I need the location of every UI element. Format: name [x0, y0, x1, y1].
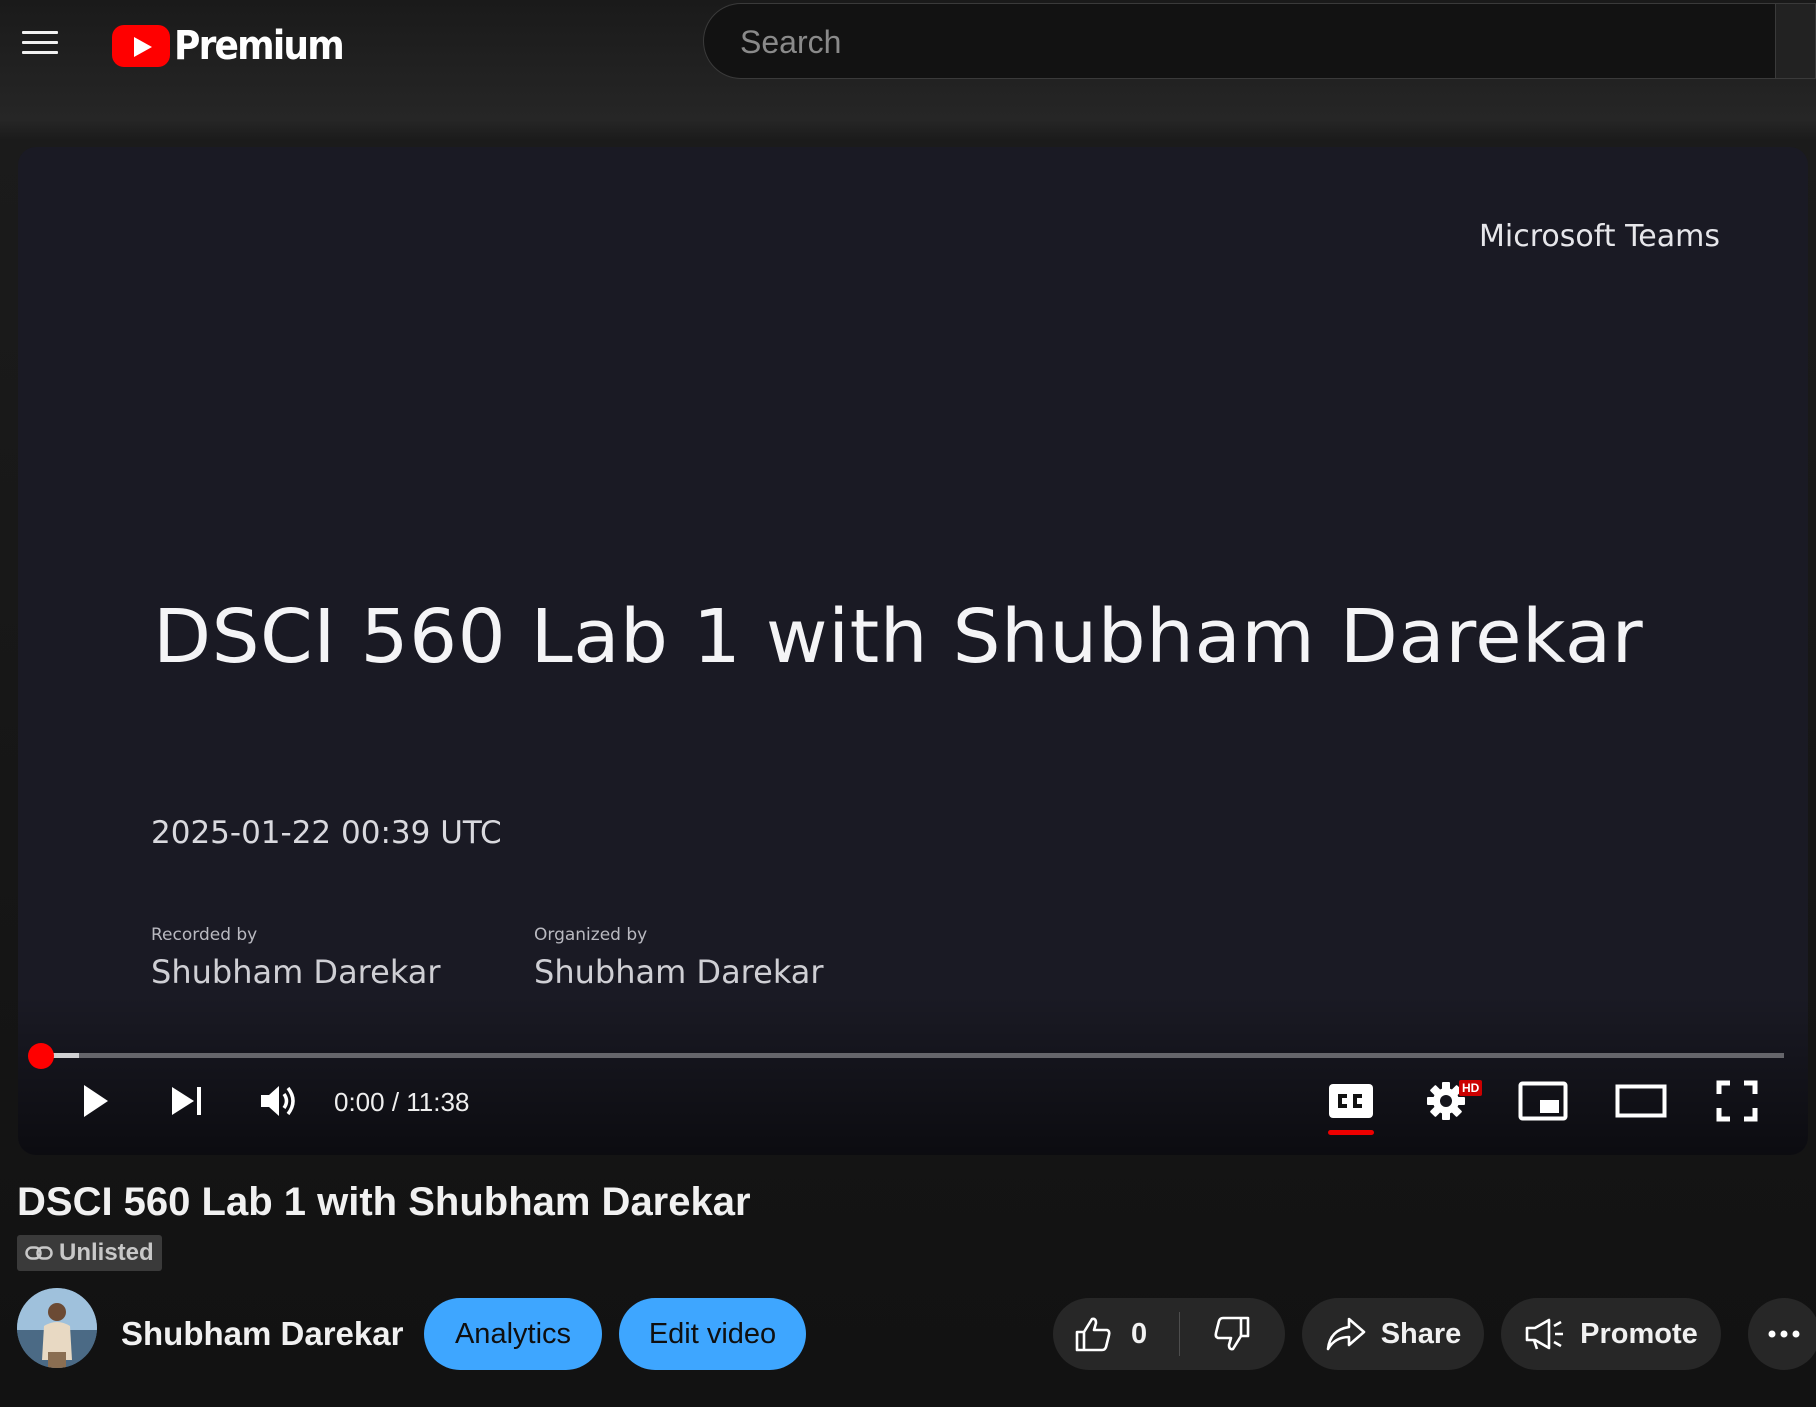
- like-divider: [1179, 1312, 1180, 1356]
- closed-captions-icon: [1329, 1084, 1373, 1118]
- visibility-label: Unlisted: [59, 1239, 154, 1266]
- video-player[interactable]: Microsoft Teams DSCI 560 Lab 1 with Shub…: [18, 147, 1808, 1155]
- search-box[interactable]: [703, 3, 1775, 80]
- theater-mode-button[interactable]: [1611, 1077, 1671, 1125]
- menu-icon[interactable]: [22, 28, 60, 58]
- promote-label: Promote: [1580, 1317, 1698, 1350]
- time-display: 0:00 / 11:38: [334, 1087, 470, 1117]
- youtube-premium-logo[interactable]: Premium: [112, 22, 362, 70]
- channel-name[interactable]: Shubham Darekar: [121, 1315, 403, 1353]
- next-button[interactable]: [159, 1077, 215, 1125]
- play-icon: [84, 1085, 108, 1117]
- fullscreen-icon: [1716, 1080, 1758, 1122]
- recorded-by-name: Shubham Darekar: [151, 953, 441, 991]
- hd-badge: HD: [1459, 1080, 1483, 1096]
- logo-text: Premium: [174, 23, 345, 69]
- progress-bar[interactable]: [28, 1043, 1784, 1069]
- miniplayer-button[interactable]: [1515, 1077, 1571, 1125]
- controls-gradient: [18, 995, 1808, 1155]
- analytics-button[interactable]: Analytics: [424, 1298, 602, 1370]
- volume-icon: [261, 1086, 295, 1116]
- video-title: DSCI 560 Lab 1 with Shubham Darekar: [17, 1180, 751, 1224]
- promote-button[interactable]: Promote: [1501, 1298, 1721, 1370]
- skip-next-icon: [172, 1087, 201, 1115]
- organized-by-name: Shubham Darekar: [534, 953, 824, 991]
- volume-button[interactable]: [252, 1077, 308, 1125]
- recorded-by-label: Recorded by: [151, 925, 258, 945]
- megaphone-icon: [1525, 1318, 1564, 1350]
- organized-by-label: Organized by: [534, 925, 648, 945]
- masthead: Premium: [0, 0, 1816, 90]
- edit-video-button[interactable]: Edit video: [619, 1298, 806, 1370]
- visibility-badge: Unlisted: [17, 1235, 162, 1271]
- search-button[interactable]: [1775, 3, 1816, 79]
- share-label: Share: [1380, 1317, 1462, 1350]
- channel-avatar[interactable]: [17, 1288, 97, 1368]
- slide-brand: Microsoft Teams: [1479, 219, 1720, 254]
- theater-mode-icon: [1615, 1084, 1667, 1118]
- youtube-watch-page: Premium Microsoft Teams DSCI 560 Lab 1 w…: [0, 0, 1816, 1407]
- share-arrow-icon: [1326, 1317, 1365, 1351]
- avatar-photo: [17, 1288, 97, 1368]
- like-dislike-group: 0: [1053, 1298, 1285, 1370]
- miniplayer-icon: [1518, 1081, 1568, 1121]
- captions-button[interactable]: [1323, 1077, 1379, 1125]
- slide-title: DSCI 560 Lab 1 with Shubham Darekar: [153, 594, 1644, 680]
- dislike-button[interactable]: [1203, 1310, 1261, 1358]
- share-button[interactable]: Share: [1302, 1298, 1484, 1370]
- slide-date: 2025-01-22 00:39 UTC: [151, 815, 502, 851]
- more-horizontal-icon: [1768, 1330, 1800, 1338]
- thumbs-down-icon: [1214, 1316, 1250, 1351]
- like-button[interactable]: 0: [1073, 1310, 1147, 1358]
- thumbs-up-icon: [1075, 1317, 1111, 1352]
- captions-active-indicator: [1328, 1130, 1374, 1135]
- like-count: 0: [1131, 1317, 1148, 1350]
- progress-scrubber[interactable]: [28, 1043, 54, 1069]
- play-button[interactable]: [66, 1077, 122, 1125]
- youtube-play-logo-icon: [112, 25, 170, 67]
- fullscreen-button[interactable]: [1709, 1077, 1765, 1125]
- more-actions-button[interactable]: [1748, 1298, 1816, 1370]
- search-input[interactable]: [738, 4, 1742, 80]
- link-icon: [25, 1246, 53, 1260]
